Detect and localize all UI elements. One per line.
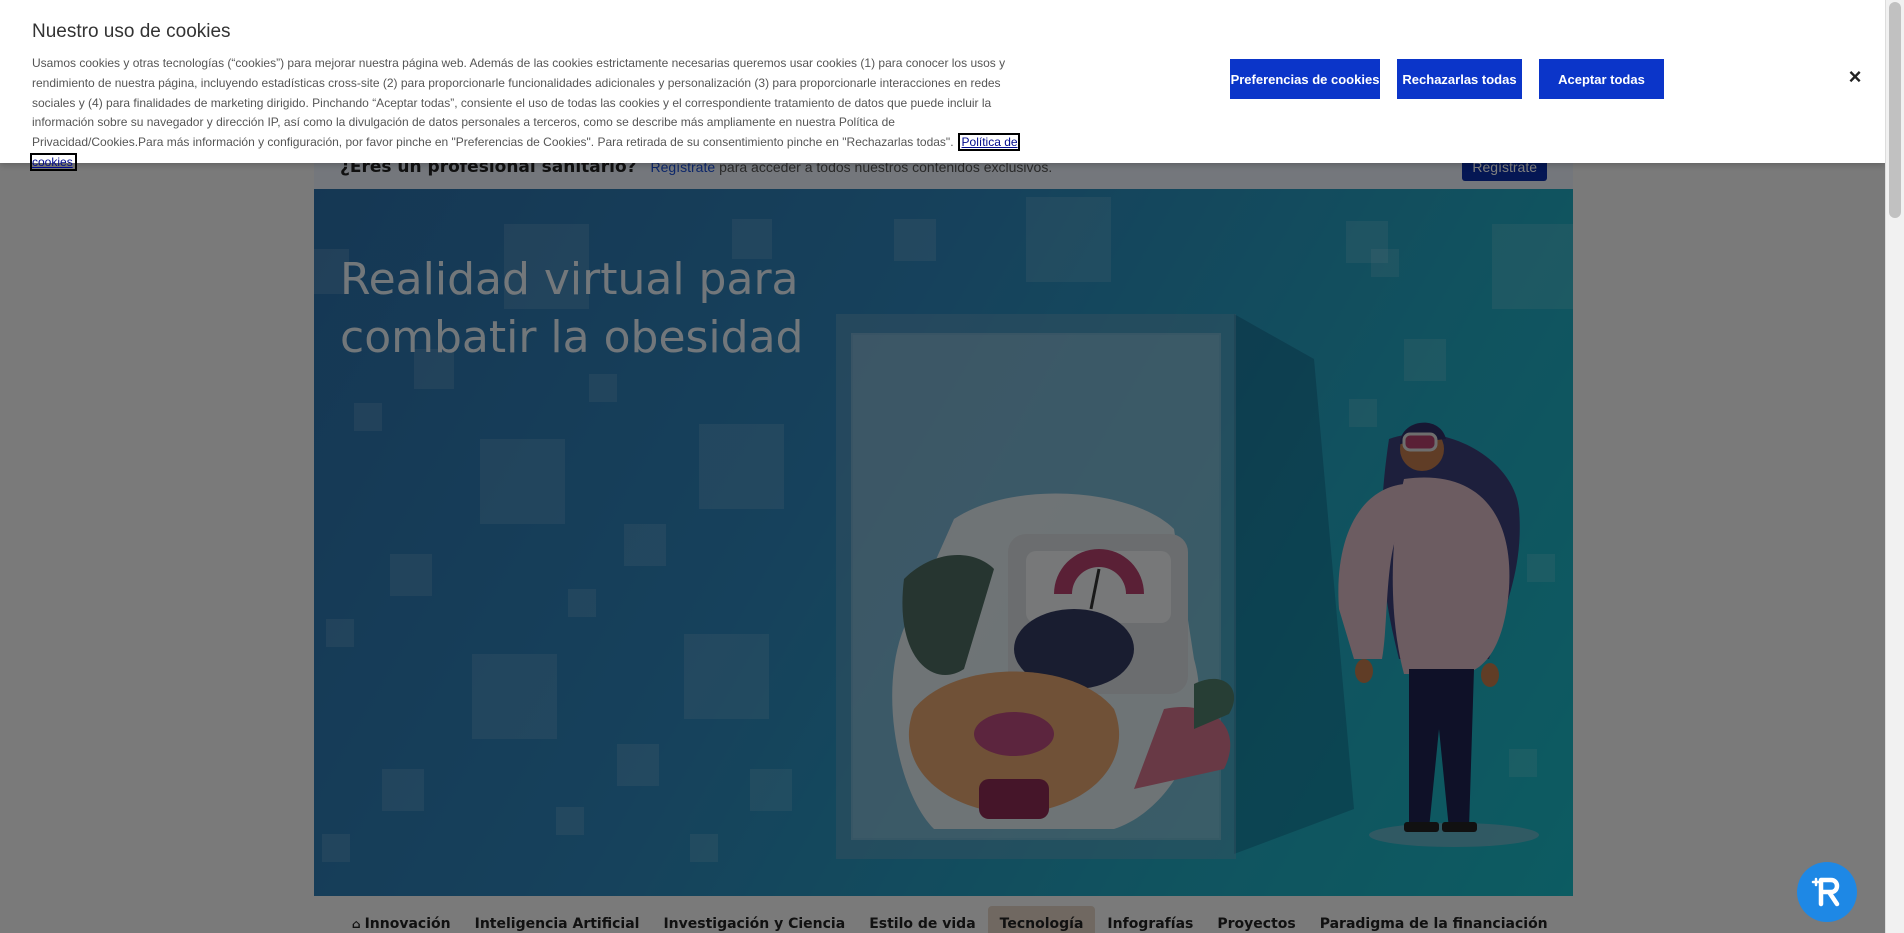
accessibility-widget-button[interactable] bbox=[1797, 862, 1857, 922]
page-background: ¿Eres un profesional sanitario? Regístra… bbox=[0, 0, 1885, 933]
cookie-preferences-button[interactable]: Preferencias de cookies bbox=[1230, 59, 1380, 99]
close-icon[interactable]: × bbox=[1844, 66, 1866, 88]
cookie-description: Usamos cookies y otras tecnologías (“coo… bbox=[30, 54, 1022, 173]
cookie-title: Nuestro uso de cookies bbox=[32, 21, 231, 42]
rr-logo-icon bbox=[1811, 877, 1840, 907]
cookie-banner: Nuestro uso de cookies Usamos cookies y … bbox=[0, 0, 1885, 171]
scrollbar[interactable] bbox=[1885, 0, 1904, 933]
cookie-reject-all-button[interactable]: Rechazarlas todas bbox=[1397, 59, 1522, 99]
cookie-description-text: Usamos cookies y otras tecnologías (“coo… bbox=[32, 56, 1006, 150]
scrollbar-thumb[interactable] bbox=[1889, 2, 1901, 218]
cookie-accept-all-button[interactable]: Aceptar todas bbox=[1539, 59, 1664, 99]
